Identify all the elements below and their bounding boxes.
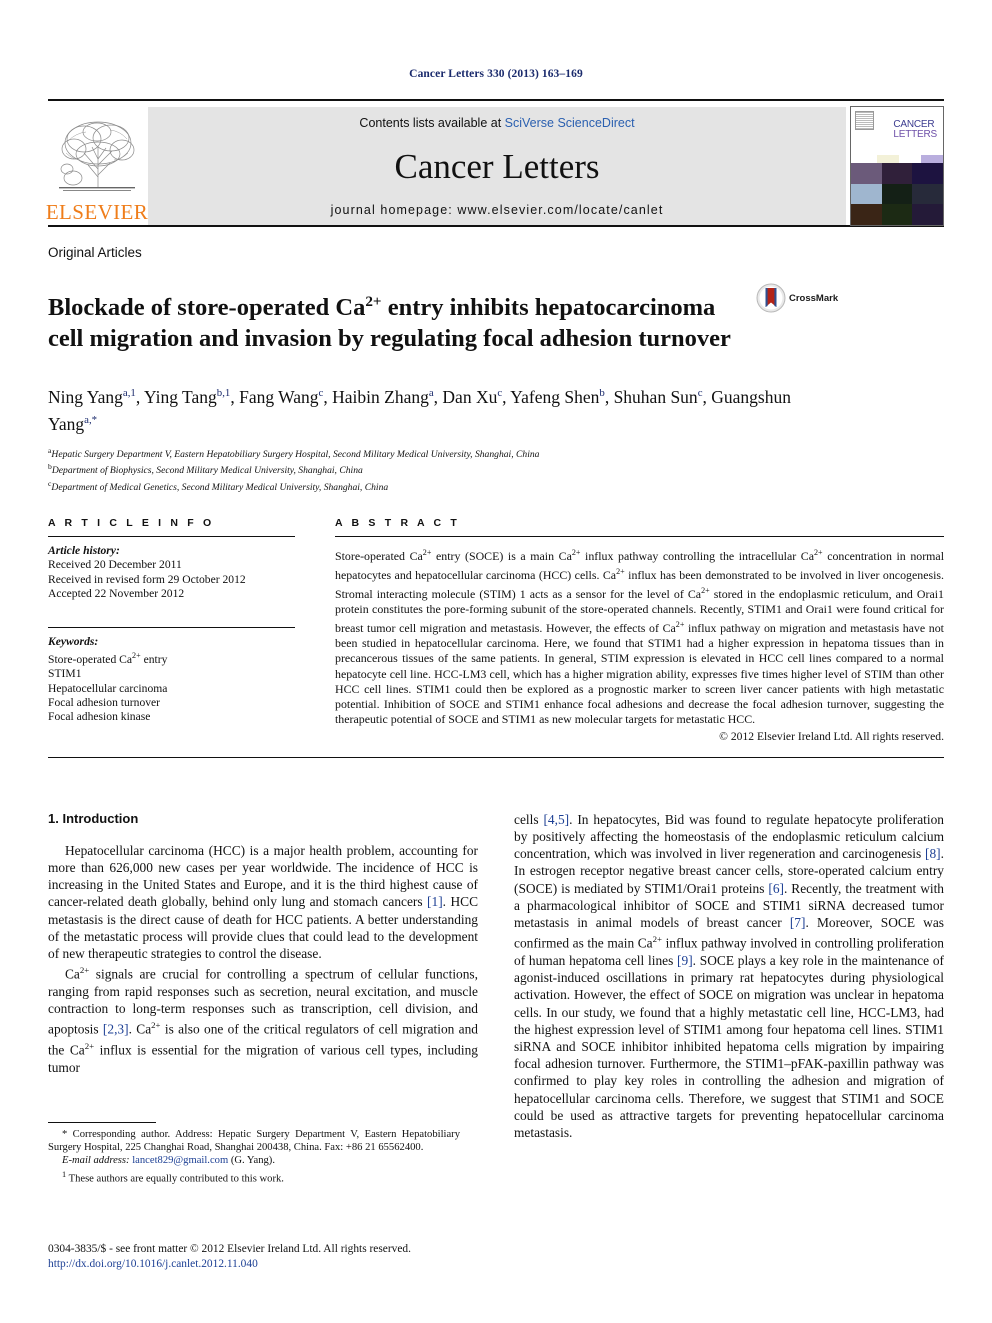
email-label: E-mail address: <box>62 1155 130 1167</box>
keyword-item: Focal adhesion turnover <box>48 696 161 710</box>
email-footnote: E-mail address: lancet829@gmail.com (G. … <box>48 1154 460 1167</box>
sciencedirect-link[interactable]: SciVerse ScienceDirect <box>505 116 635 130</box>
email-link[interactable]: lancet829@gmail.com <box>132 1155 228 1166</box>
citation-ref[interactable]: [6] <box>768 881 784 896</box>
footnote-marker: 1 <box>62 1169 67 1179</box>
running-head: Cancer Letters 330 (2013) 163–169 <box>409 68 583 80</box>
keyword-item: Store-operated Ca2+ entry <box>48 651 168 666</box>
contents-lists-line: Contents lists available at SciVerse Sci… <box>359 116 634 130</box>
crossmark-badge[interactable]: CrossMark <box>756 283 838 313</box>
cover-title-line2: LETTERS <box>893 128 937 140</box>
crossmark-label: CrossMark <box>789 292 839 304</box>
citation-ref[interactable]: [1] <box>427 894 443 909</box>
affiliation-item: cDepartment of Medical Genetics, Second … <box>48 478 944 495</box>
author-affil-marker: c <box>318 386 324 399</box>
keywords-label: Keywords: <box>48 634 99 648</box>
issn-line: 0304-3835/$ - see front matter © 2012 El… <box>48 1243 411 1255</box>
paragraph: cells [4,5]. In hepatocytes, Bid was fou… <box>514 811 945 1140</box>
contents-prefix: Contents lists available at <box>359 116 505 130</box>
body-column-right: cells [4,5]. In hepatocytes, Bid was fou… <box>514 811 944 1141</box>
article-history-block: Article history: Received 20 December 20… <box>48 537 295 602</box>
abstract-column: A B S T R A C T Store-operated Ca2+ entr… <box>335 517 944 743</box>
doi-link[interactable]: http://dx.doi.org/10.1016/j.canlet.2012.… <box>48 1257 518 1272</box>
body-columns: 1. Introduction Hepatocellular carcinoma… <box>48 811 944 1141</box>
cover-journal-title: CANCER LETTERS <box>893 120 937 139</box>
keywords-block: Keywords: Store-operated Ca2+ entry STIM… <box>48 628 295 725</box>
banner-center: Contents lists available at SciVerse Sci… <box>148 107 846 225</box>
title-superscript: 2+ <box>365 293 382 311</box>
journal-title: Cancer Letters <box>394 147 600 186</box>
equal-contribution-footnote: 1 These authors are equally contributed … <box>48 1168 460 1186</box>
title-row: Blockade of store-operated Ca2+ entry in… <box>48 271 944 370</box>
keyword-item: Focal adhesion kinase <box>48 710 151 724</box>
history-item: Received in revised form 29 October 2012 <box>48 572 246 586</box>
affiliation-item: aHepatic Surgery Department V, Eastern H… <box>48 445 944 462</box>
banner-bottom-rule <box>48 225 944 227</box>
paragraph: Hepatocellular carcinoma (HCC) is a majo… <box>48 842 478 962</box>
cover-image-grid <box>851 163 943 225</box>
affiliation-list: aHepatic Surgery Department V, Eastern H… <box>48 445 944 495</box>
abstract-text: Store-operated Ca2+ entry (SOCE) is a ma… <box>335 547 944 726</box>
article-info-heading: A R T I C L E I N F O <box>48 516 215 529</box>
journal-banner: ELSEVIER Contents lists available at Sci… <box>45 99 944 226</box>
issn-copyright-block: 0304-3835/$ - see front matter © 2012 El… <box>48 1242 518 1271</box>
cover-elsevier-mark-icon <box>855 111 874 130</box>
abstract-copyright: © 2012 Elsevier Ireland Ltd. All rights … <box>719 729 944 743</box>
abstract-heading: A B S T R A C T <box>335 516 460 529</box>
elsevier-wordmark: ELSEVIER <box>45 200 149 224</box>
author-list: Ning Yanga,1, Ying Tangb,1, Fang Wangc, … <box>48 386 791 434</box>
body-column-left: 1. Introduction Hepatocellular carcinoma… <box>48 811 478 1141</box>
author-affil-marker: a <box>428 386 434 399</box>
page-title: Blockade of store-operated Ca2+ entry in… <box>48 287 748 353</box>
author-affil-marker: b <box>599 386 605 399</box>
title-part-3: migration and invasion by regulating foc… <box>89 324 731 352</box>
abstract-bottom-rule <box>48 756 944 758</box>
title-part-1: Blockade of store-operated Ca <box>48 294 366 322</box>
keyword-item: Hepatocellular carcinoma <box>48 681 168 695</box>
author-affil-marker: b,1 <box>216 386 231 399</box>
citation-ref[interactable]: [7] <box>790 915 806 930</box>
info-abstract-section: A R T I C L E I N F O Article history: R… <box>48 517 944 743</box>
citation-ref[interactable]: [9] <box>677 953 693 968</box>
affiliation-item: bDepartment of Biophysics, Second Milita… <box>48 461 944 478</box>
footnotes-block: * Corresponding author. Address: Hepatic… <box>48 1122 460 1185</box>
journal-cover-thumbnail: CANCER LETTERS <box>850 106 944 226</box>
email-author: (G. Yang). <box>228 1155 275 1167</box>
article-type-label: Original Articles <box>48 245 142 260</box>
author-affil-marker: a,1 <box>122 386 136 399</box>
citation-ref[interactable]: [8] <box>925 846 941 861</box>
author-affil-marker: c <box>497 386 503 399</box>
affiliation-text: Department of Medical Genetics, Second M… <box>51 482 389 494</box>
citation-ref[interactable]: [4,5] <box>543 812 569 827</box>
author-affil-marker: c <box>697 386 703 399</box>
article-info-column: A R T I C L E I N F O Article history: R… <box>48 517 295 725</box>
equal-contribution-text: These authors are equally contributed to… <box>68 1173 284 1185</box>
citation-ref[interactable]: [2,3] <box>103 1022 129 1037</box>
affiliation-text: Department of Biophysics, Second Militar… <box>51 465 363 477</box>
history-item: Accepted 22 November 2012 <box>48 587 185 601</box>
affiliation-text: Hepatic Surgery Department V, Eastern He… <box>51 448 540 460</box>
keyword-item: STIM1 <box>48 667 82 681</box>
elsevier-tree-icon <box>59 121 135 191</box>
history-item: Received 20 December 2011 <box>48 558 182 572</box>
paragraph: Ca2+ signals are crucial for controlling… <box>48 965 478 1075</box>
footnote-rule <box>48 1122 156 1123</box>
crossmark-icon <box>756 283 786 313</box>
introduction-heading: 1. Introduction <box>48 810 139 826</box>
journal-article-page: Cancer Letters 330 (2013) 163–169 ELSEVI… <box>0 0 992 1323</box>
author-affil-marker: a,* <box>84 413 98 426</box>
article-history-label: Article history: <box>48 543 120 557</box>
corresponding-author-footnote: * Corresponding author. Address: Hepatic… <box>48 1129 460 1154</box>
elsevier-logo: ELSEVIER <box>45 107 149 225</box>
journal-homepage-link[interactable]: journal homepage: www.elsevier.com/locat… <box>331 203 664 217</box>
